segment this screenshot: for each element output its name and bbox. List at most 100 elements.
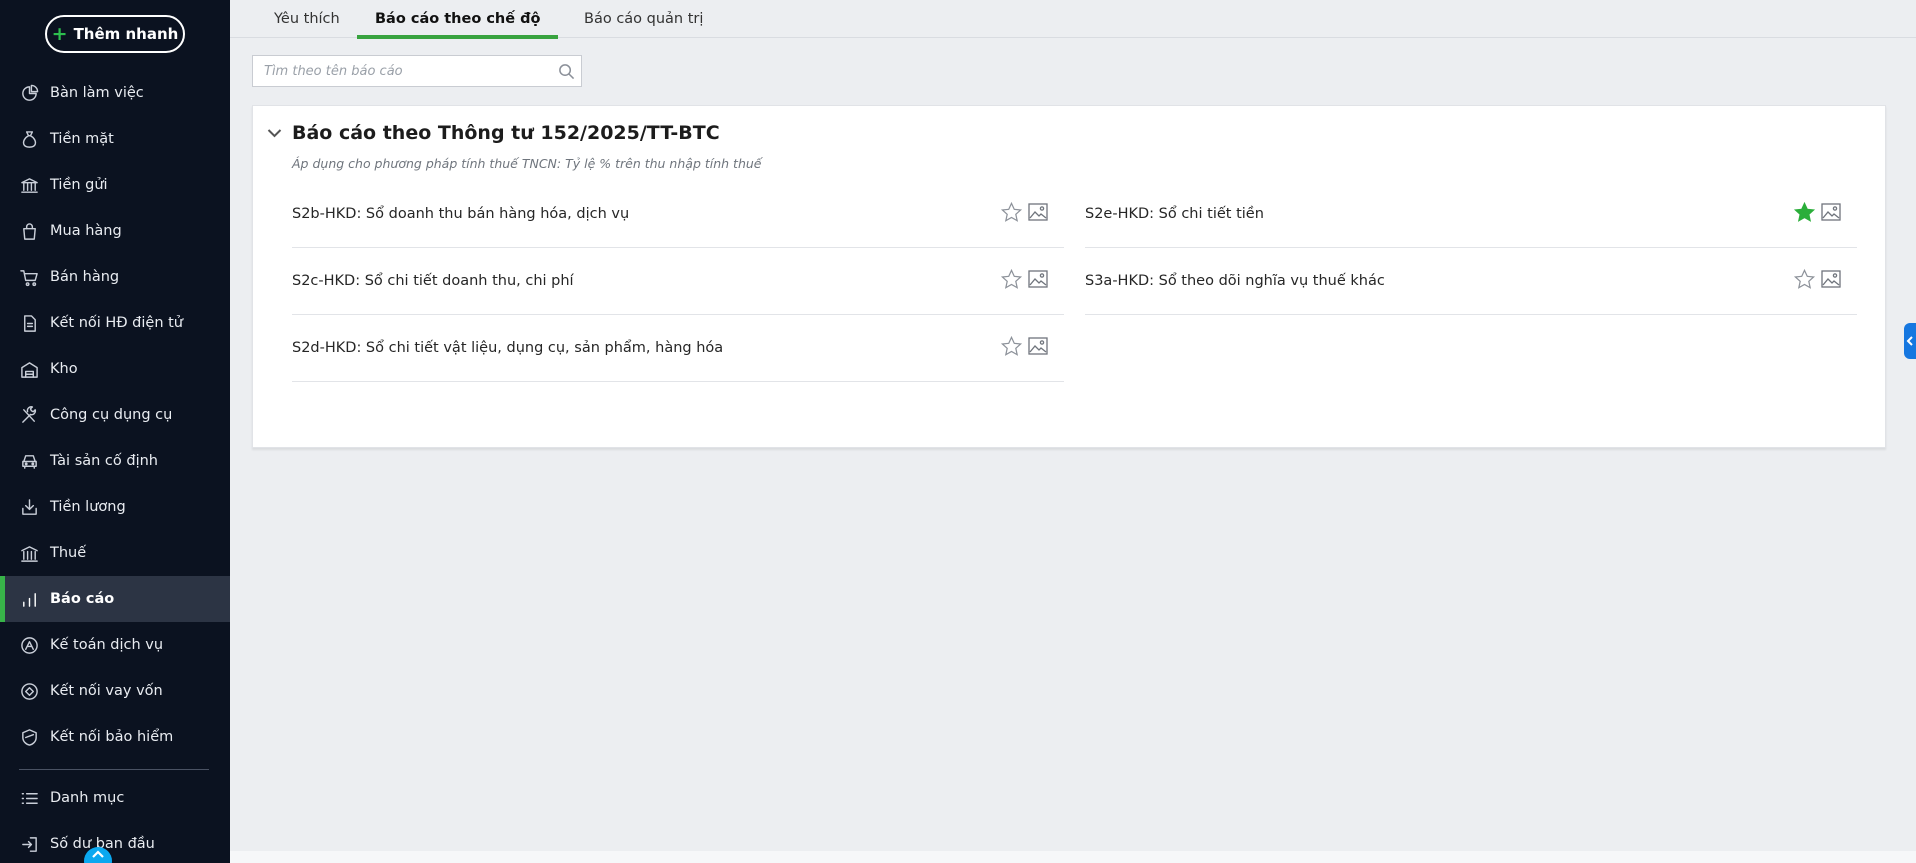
search-box bbox=[252, 55, 582, 87]
sidebar-item-label: Công cụ dụng cụ bbox=[50, 407, 173, 423]
sidebar-item-label: Mua hàng bbox=[50, 223, 122, 239]
report-list-right: S2e-HKD: Sổ chi tiết tiền S3a-HKD: Sổ th… bbox=[1085, 181, 1857, 315]
login-icon bbox=[19, 834, 39, 854]
sidebar-item-opening-balance[interactable]: Số dư ban đầu bbox=[0, 821, 230, 863]
quick-add-label: Thêm nhanh bbox=[73, 25, 179, 43]
plus-icon: + bbox=[51, 22, 68, 45]
image-preview-icon[interactable] bbox=[1028, 337, 1048, 359]
cart-icon bbox=[19, 267, 39, 287]
sidebar-item-reports[interactable]: Báo cáo bbox=[0, 576, 230, 622]
sidebar-item-label: Tiền gửi bbox=[50, 177, 108, 193]
sidebar-item-insurance[interactable]: Kết nối bảo hiểm bbox=[0, 714, 230, 760]
sidebar-item-label: Kho bbox=[50, 361, 78, 377]
sidebar-item-tax[interactable]: Thuế bbox=[0, 530, 230, 576]
report-row[interactable]: S2b-HKD: Sổ doanh thu bán hàng hóa, dịch… bbox=[292, 181, 1064, 248]
sidebar-item-tools[interactable]: Công cụ dụng cụ bbox=[0, 392, 230, 438]
sidebar-item-einvoice[interactable]: Kết nối HĐ điện tử bbox=[0, 300, 230, 346]
search-input[interactable] bbox=[253, 56, 551, 86]
tools-icon bbox=[19, 405, 39, 425]
car-icon bbox=[19, 451, 39, 471]
sidebar-item-label: Báo cáo bbox=[50, 591, 115, 607]
sidebar-item-dashboard[interactable]: Bàn làm việc bbox=[0, 70, 230, 116]
sidebar-item-fixed-assets[interactable]: Tài sản cố định bbox=[0, 438, 230, 484]
side-panel-toggle[interactable] bbox=[1904, 323, 1916, 359]
sidebar-item-label: Tiền lương bbox=[50, 499, 126, 515]
sidebar-item-label: Danh mục bbox=[50, 790, 125, 806]
dashboard-icon bbox=[19, 83, 39, 103]
report-name: S2d-HKD: Sổ chi tiết vật liệu, dụng cụ, … bbox=[292, 340, 724, 356]
sidebar-item-label: Kết nối HĐ điện tử bbox=[50, 315, 183, 331]
star-filled-icon[interactable] bbox=[1793, 201, 1816, 228]
image-preview-icon[interactable] bbox=[1821, 270, 1841, 292]
star-outline-icon[interactable] bbox=[1000, 201, 1023, 228]
tax-building-icon bbox=[19, 543, 39, 563]
sidebar-item-deposit[interactable]: Tiền gửi bbox=[0, 162, 230, 208]
report-actions bbox=[1793, 268, 1841, 295]
quick-add-button[interactable]: + Thêm nhanh bbox=[45, 15, 185, 53]
report-list-left: S2b-HKD: Sổ doanh thu bán hàng hóa, dịch… bbox=[292, 181, 1064, 382]
sidebar-divider bbox=[19, 769, 209, 770]
sidebar-item-label: Kết nối vay vốn bbox=[50, 683, 163, 699]
tab-favorites[interactable]: Yêu thích bbox=[256, 0, 358, 38]
main-content: Yêu thích Báo cáo theo chế độ Báo cáo qu… bbox=[230, 0, 1916, 851]
section-header[interactable]: Báo cáo theo Thông tư 152/2025/TT-BTC bbox=[267, 122, 720, 144]
star-outline-icon[interactable] bbox=[1000, 335, 1023, 362]
sidebar-item-label: Kế toán dịch vụ bbox=[50, 637, 164, 653]
report-row[interactable]: S2e-HKD: Sổ chi tiết tiền bbox=[1085, 181, 1857, 248]
star-outline-icon[interactable] bbox=[1793, 268, 1816, 295]
image-preview-icon[interactable] bbox=[1821, 203, 1841, 225]
shield-icon bbox=[19, 727, 39, 747]
image-preview-icon[interactable] bbox=[1028, 203, 1048, 225]
chevron-left-icon bbox=[1906, 336, 1913, 346]
chevron-up-icon bbox=[92, 850, 104, 858]
sidebar-item-label: Bàn làm việc bbox=[50, 85, 144, 101]
sidebar-item-label: Bán hàng bbox=[50, 269, 120, 285]
sidebar: + Thêm nhanh Bàn làm việc Tiền mặt Tiền … bbox=[0, 0, 230, 863]
sidebar-item-purchase[interactable]: Mua hàng bbox=[0, 208, 230, 254]
report-actions bbox=[1000, 268, 1048, 295]
sidebar-item-service-accounting[interactable]: Kế toán dịch vụ bbox=[0, 622, 230, 668]
report-actions bbox=[1000, 335, 1048, 362]
bank-icon bbox=[19, 175, 39, 195]
warehouse-icon bbox=[19, 359, 39, 379]
chevron-down-icon bbox=[267, 129, 282, 138]
sidebar-item-salary[interactable]: Tiền lương bbox=[0, 484, 230, 530]
shopping-bag-icon bbox=[19, 221, 39, 241]
image-preview-icon[interactable] bbox=[1028, 270, 1048, 292]
tab-regulatory-reports[interactable]: Báo cáo theo chế độ bbox=[357, 0, 559, 39]
search-icon[interactable] bbox=[551, 63, 581, 80]
report-name: S2c-HKD: Sổ chi tiết doanh thu, chi phí bbox=[292, 273, 574, 289]
sidebar-item-label: Tiền mặt bbox=[50, 131, 114, 147]
report-name: S2e-HKD: Sổ chi tiết tiền bbox=[1085, 206, 1264, 222]
sidebar-item-loan[interactable]: Kết nối vay vốn bbox=[0, 668, 230, 714]
report-name: S3a-HKD: Sổ theo dõi nghĩa vụ thuế khác bbox=[1085, 273, 1385, 289]
report-row[interactable]: S2d-HKD: Sổ chi tiết vật liệu, dụng cụ, … bbox=[292, 315, 1064, 382]
sidebar-item-label: Thuế bbox=[50, 545, 87, 561]
sidebar-item-warehouse[interactable]: Kho bbox=[0, 346, 230, 392]
sidebar-item-catalog[interactable]: Danh mục bbox=[0, 775, 230, 821]
sidebar-item-label: Tài sản cố định bbox=[50, 453, 158, 469]
report-tabs: Yêu thích Báo cáo theo chế độ Báo cáo qu… bbox=[230, 0, 1916, 39]
sidebar-menu: Bàn làm việc Tiền mặt Tiền gửi Mua hàng … bbox=[0, 70, 230, 760]
section-title: Báo cáo theo Thông tư 152/2025/TT-BTC bbox=[292, 122, 720, 144]
star-outline-icon[interactable] bbox=[1000, 268, 1023, 295]
list-icon bbox=[19, 788, 39, 808]
report-actions bbox=[1793, 201, 1841, 228]
report-row[interactable]: S2c-HKD: Sổ chi tiết doanh thu, chi phí bbox=[292, 248, 1064, 315]
money-bag-icon bbox=[19, 129, 39, 149]
loan-icon bbox=[19, 681, 39, 701]
sidebar-item-label: Kết nối bảo hiểm bbox=[50, 729, 174, 745]
report-section-card: Báo cáo theo Thông tư 152/2025/TT-BTC Áp… bbox=[252, 105, 1886, 448]
service-icon bbox=[19, 635, 39, 655]
report-row[interactable]: S3a-HKD: Sổ theo dõi nghĩa vụ thuế khác bbox=[1085, 248, 1857, 315]
sidebar-item-cash[interactable]: Tiền mặt bbox=[0, 116, 230, 162]
sidebar-bottom-menu: Danh mục Số dư ban đầu bbox=[0, 775, 230, 863]
bar-chart-icon bbox=[19, 589, 39, 609]
salary-icon bbox=[19, 497, 39, 517]
report-actions bbox=[1000, 201, 1048, 228]
footer-strip bbox=[230, 851, 1916, 863]
sidebar-item-sales[interactable]: Bán hàng bbox=[0, 254, 230, 300]
tab-management-reports[interactable]: Báo cáo quản trị bbox=[566, 0, 721, 38]
report-name: S2b-HKD: Sổ doanh thu bán hàng hóa, dịch… bbox=[292, 206, 630, 222]
section-subtitle: Áp dụng cho phương pháp tính thuế TNCN: … bbox=[292, 156, 762, 171]
